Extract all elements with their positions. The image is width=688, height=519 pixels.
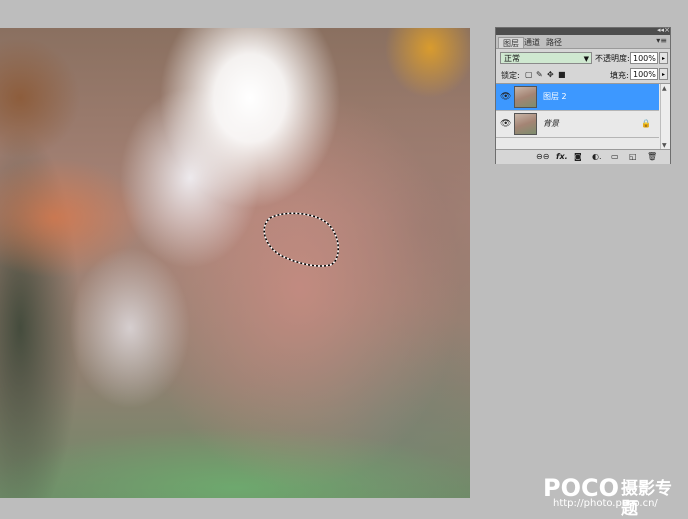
opacity-slider-button[interactable]: ▸ — [659, 52, 668, 64]
fx-icon[interactable]: fx. — [556, 151, 568, 162]
lock-icon: 🔒 — [641, 119, 651, 128]
panel-titlebar[interactable]: ◂◂ × — [496, 25, 670, 35]
lock-position-icon[interactable]: ✥ — [547, 70, 554, 80]
layer-thumbnail — [514, 86, 537, 108]
fill-field[interactable]: 100% — [630, 68, 658, 80]
opacity-label: 不透明度: — [595, 54, 630, 63]
watermark: POCO 摄影专题 http://photo.poco.cn/ — [543, 475, 688, 519]
layer-list: 👁 图层 2 👁 背景 🔒 ▲ ▼ — [496, 83, 670, 150]
blend-mode-value: 正常 — [504, 54, 520, 63]
layers-panel: ◂◂ × 图层 通道 路径 ▾≡ 正常 ▼ 不透明度: 100% ▸ 锁定: ▢… — [495, 25, 671, 164]
adjustment-layer-icon[interactable]: ◐. — [592, 151, 602, 162]
fill-label: 填充: — [610, 71, 629, 80]
opacity-field[interactable]: 100% — [630, 52, 658, 64]
new-layer-icon[interactable]: ◱ — [629, 151, 637, 162]
chevron-down-icon: ▼ — [583, 55, 589, 63]
panel-menu-icon[interactable]: ▾≡ — [656, 36, 667, 45]
trash-icon[interactable]: 🗑 — [647, 151, 657, 162]
tab-channels[interactable]: 通道 — [520, 37, 544, 48]
lasso-selection[interactable] — [0, 28, 470, 498]
eye-icon[interactable]: 👁 — [500, 119, 511, 129]
lock-transparency-icon[interactable]: ▢ — [525, 70, 533, 80]
tab-paths[interactable]: 路径 — [542, 37, 566, 48]
lock-all-icon[interactable]: ■ — [558, 70, 566, 80]
canvas-image[interactable] — [0, 28, 470, 498]
collapse-icon[interactable]: ◂◂ — [657, 25, 664, 35]
new-group-icon[interactable]: ▭ — [611, 151, 619, 162]
eye-icon[interactable]: 👁 — [500, 92, 511, 102]
tab-bar: 图层 通道 路径 ▾≡ — [496, 35, 670, 49]
add-mask-icon[interactable]: ◙ — [574, 151, 582, 162]
layer-row-background[interactable]: 👁 背景 🔒 — [496, 111, 659, 138]
fill-slider-button[interactable]: ▸ — [659, 68, 668, 80]
lock-label: 锁定: — [501, 71, 520, 80]
layer-scrollbar[interactable]: ▲ ▼ — [660, 84, 670, 150]
scroll-down-icon[interactable]: ▼ — [662, 142, 667, 149]
lock-row: 锁定: ▢ ✎ ✥ ■ 填充: 100% ▸ — [496, 68, 670, 82]
link-layers-icon[interactable]: ⊖⊖ — [536, 151, 549, 162]
layer-row-layer2[interactable]: 👁 图层 2 — [496, 84, 659, 111]
blend-mode-select[interactable]: 正常 ▼ — [500, 52, 592, 64]
watermark-url: http://photo.poco.cn/ — [553, 498, 658, 509]
lock-pixels-icon[interactable]: ✎ — [536, 70, 543, 80]
layer-name: 图层 2 — [543, 92, 567, 101]
workspace: ◂◂ × 图层 通道 路径 ▾≡ 正常 ▼ 不透明度: 100% ▸ 锁定: ▢… — [0, 0, 688, 519]
panel-footer: ⊖⊖ fx. ◙ ◐. ▭ ◱ 🗑 — [496, 149, 670, 164]
layer-thumbnail — [514, 113, 537, 135]
layer-name: 背景 — [543, 119, 559, 128]
close-icon[interactable]: × — [664, 25, 670, 35]
scroll-up-icon[interactable]: ▲ — [662, 85, 667, 92]
